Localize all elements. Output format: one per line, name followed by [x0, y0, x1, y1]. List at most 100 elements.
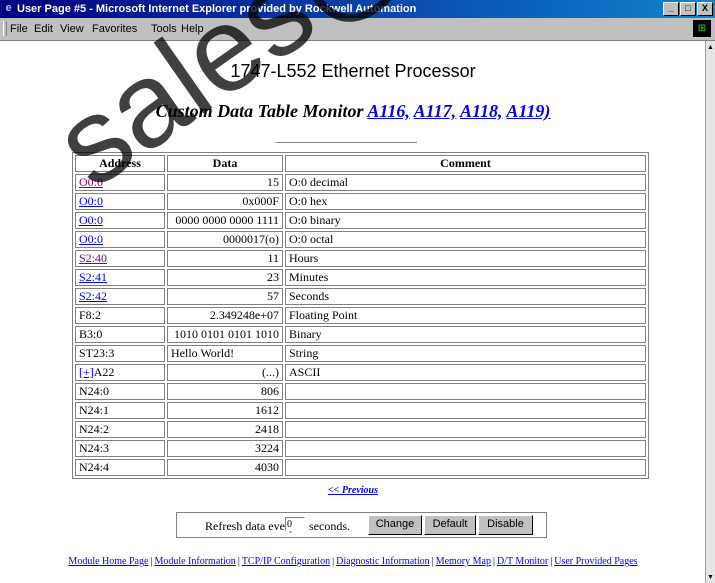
table-body: O0:0 15 O:0 decimal O0:0 0x000F O:0 hex O0:0 00… [75, 174, 646, 476]
previous-link[interactable]: << Previous [328, 485, 378, 496]
address-cell: S2:41 [75, 269, 165, 286]
footer-link[interactable]: User Provided Pages [554, 556, 637, 567]
data-cell: 0x000F [167, 193, 283, 210]
close-button[interactable]: X [697, 2, 713, 16]
table-row: O0:0 0000017(o) O:0 octal [75, 231, 646, 248]
disable-button[interactable]: Disable [478, 515, 533, 535]
comment-cell: String [285, 345, 646, 362]
address-link[interactable]: O0:0 [79, 213, 103, 227]
vertical-scrollbar[interactable]: ▲ ▼ [705, 41, 715, 583]
table-row: N24:3 3224 [75, 440, 646, 457]
footer-link[interactable]: Diagnostic Information [336, 556, 430, 567]
table-row: N24:4 4030 [75, 459, 646, 476]
footer-link[interactable]: Module Information [154, 556, 235, 567]
scroll-up-arrow-icon[interactable]: ▲ [706, 41, 715, 53]
comment-cell: Binary [285, 326, 646, 343]
address-cell: B3:0 [75, 326, 165, 343]
expand-link[interactable]: [+] [79, 365, 94, 379]
data-cell: 1010 0101 0101 1010 [167, 326, 283, 343]
footer-link[interactable]: TCP/IP Configuration [242, 556, 330, 567]
default-button[interactable]: Default [424, 515, 476, 535]
window-title: User Page #5 - Microsoft Internet Explor… [17, 3, 417, 15]
table-row: N24:1 1612 [75, 402, 646, 419]
data-cell: 2.349248e+07 [167, 307, 283, 324]
address-link[interactable]: O0:0 [79, 194, 103, 208]
comment-cell [285, 440, 646, 457]
address-link[interactable]: S2:42 [79, 289, 107, 303]
address-link[interactable]: S2:41 [79, 270, 107, 284]
table-row: N24:0 806 [75, 383, 646, 400]
link-a119[interactable]: A119) [506, 101, 550, 121]
comment-cell [285, 383, 646, 400]
data-cell: 1612 [167, 402, 283, 419]
comment-cell [285, 459, 646, 476]
footer-link[interactable]: Module Home Page [68, 556, 148, 567]
previous-nav: << Previous [0, 485, 706, 496]
windows-logo-icon: ⊞ [693, 20, 711, 37]
address-link[interactable]: S2:40 [79, 251, 107, 265]
minimize-button[interactable]: _ [663, 2, 679, 16]
menu-file[interactable]: File [10, 23, 28, 35]
footer-separator: | [550, 556, 553, 567]
refresh-interval-input[interactable] [285, 517, 305, 531]
toolbar-grip[interactable] [3, 21, 7, 36]
menu-edit[interactable]: Edit [34, 23, 53, 35]
menu-bar: File Edit View Favorites Tools Help ⊞ [0, 18, 715, 41]
maximize-button[interactable]: □ [680, 2, 696, 16]
comment-cell: Floating Point [285, 307, 646, 324]
data-cell: (...) [167, 364, 283, 381]
seconds-label: seconds. [309, 519, 350, 533]
data-cell: 15 [167, 174, 283, 191]
refresh-label: Refresh data every [205, 519, 295, 533]
link-a116[interactable]: A116, [367, 101, 410, 121]
scroll-down-arrow-icon[interactable]: ▼ [706, 571, 715, 583]
address-cell: ST23:3 [75, 345, 165, 362]
data-cell: 57 [167, 288, 283, 305]
change-button[interactable]: Change [368, 515, 422, 535]
menu-view[interactable]: View [60, 23, 84, 35]
table-row: F8:2 2.349248e+07 Floating Point [75, 307, 646, 324]
address-cell: N24:3 [75, 440, 165, 457]
comment-cell [285, 402, 646, 419]
comment-cell: O:0 binary [285, 212, 646, 229]
link-a118[interactable]: A118, [460, 101, 503, 121]
data-cell: 2418 [167, 421, 283, 438]
refresh-panel: Refresh data every seconds. Change Defau… [176, 512, 547, 538]
address-cell: O0:0 [75, 174, 165, 191]
header-comment: Comment [285, 155, 646, 172]
table-row: O0:0 0000 0000 0000 1111 O:0 binary [75, 212, 646, 229]
window-title-bar[interactable]: e User Page #5 - Microsoft Internet Expl… [0, 0, 715, 18]
comment-cell: ASCII [285, 364, 646, 381]
menu-tools[interactable]: Tools [151, 23, 177, 35]
page-title: 1747-L552 Ethernet Processor [230, 61, 476, 81]
address-cell: O0:0 [75, 212, 165, 229]
menu-help[interactable]: Help [181, 23, 204, 35]
comment-cell: O:0 decimal [285, 174, 646, 191]
comment-cell: Hours [285, 250, 646, 267]
table-row: S2:42 57 Seconds [75, 288, 646, 305]
table-row: S2:40 11 Hours [75, 250, 646, 267]
address-cell: N24:0 [75, 383, 165, 400]
footer-link[interactable]: Memory Map [436, 556, 491, 567]
data-cell: 0000 0000 0000 1111 [167, 212, 283, 229]
footer-separator: | [492, 556, 495, 567]
comment-cell: O:0 octal [285, 231, 646, 248]
address-link[interactable]: O0:0 [79, 232, 103, 246]
data-cell: 11 [167, 250, 283, 267]
page-content: 1747-L552 Ethernet Processor Custom Data… [0, 0, 706, 583]
footer-link[interactable]: D/T Monitor [497, 556, 548, 567]
data-cell: 3224 [167, 440, 283, 457]
table-row: ST23:3 Hello World! String [75, 345, 646, 362]
table-row: S2:41 23 Minutes [75, 269, 646, 286]
footer-separator: | [431, 556, 434, 567]
address-cell: F8:2 [75, 307, 165, 324]
menu-favorites[interactable]: Favorites [92, 23, 137, 35]
data-cell: Hello World! [167, 345, 283, 362]
address-link[interactable]: O0:0 [79, 175, 103, 189]
link-a117[interactable]: A117, [414, 101, 457, 121]
table-row: O0:0 0x000F O:0 hex [75, 193, 646, 210]
page-subtitle: Custom Data Table Monitor A116, A117, A1… [0, 101, 706, 122]
window-controls: _ □ X [662, 2, 713, 16]
address-cell: N24:4 [75, 459, 165, 476]
internet-explorer-icon: e [5, 2, 12, 14]
